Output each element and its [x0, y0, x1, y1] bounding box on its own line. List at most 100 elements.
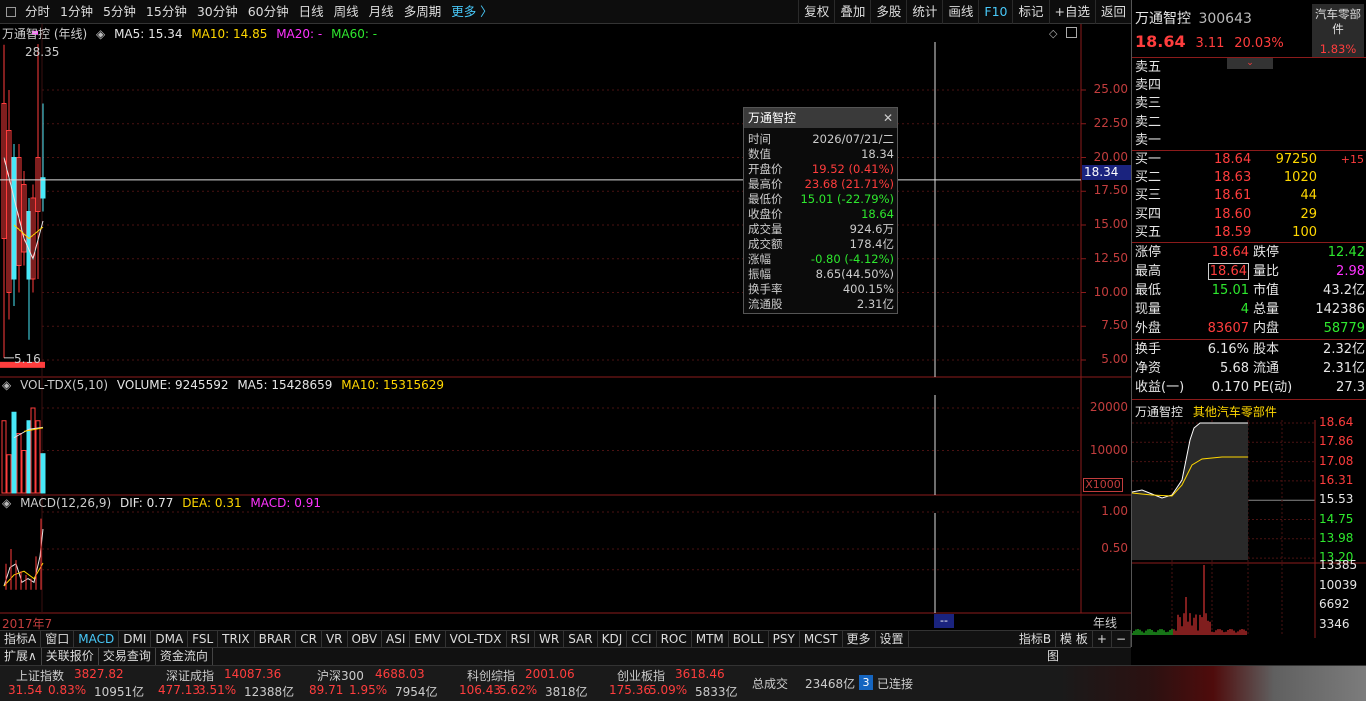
vol-chart-header: ◈ VOL-TDX(5,10) VOLUME: 9245592 MA5: 154…	[2, 378, 449, 392]
price-axis-label: 20.00	[1093, 149, 1128, 164]
collapse-icon[interactable]: ◈	[2, 496, 11, 510]
indicator-tab[interactable]: 设置	[876, 631, 909, 647]
extension-tab[interactable]: 扩展∧	[0, 648, 42, 665]
index-name[interactable]: 上证指数	[16, 667, 64, 684]
tooltip-row: 振幅 8.65(44.50%)	[744, 267, 897, 282]
ask-row[interactable]: 卖三	[1132, 95, 1366, 113]
index-name[interactable]: 深证成指	[166, 667, 214, 684]
tool-button[interactable]: F10	[978, 0, 1012, 24]
window-toggle-icon[interactable]	[1066, 27, 1077, 38]
index-pct: 3.51%	[198, 683, 237, 697]
period-tab[interactable]: 15分钟	[141, 0, 192, 24]
period-tab[interactable]: 多周期	[399, 0, 447, 24]
period-tab[interactable]: 月线	[364, 0, 399, 24]
tooltip-key: 振幅	[748, 267, 771, 281]
period-tab[interactable]: 周线	[329, 0, 364, 24]
indicator-option[interactable]: 模 板	[1056, 631, 1093, 647]
indicator-tab[interactable]: EMV	[410, 631, 446, 647]
volume-bar	[11, 411, 17, 494]
indicator-tab[interactable]: BRAR	[255, 631, 297, 647]
period-tab[interactable]: 日线	[294, 0, 329, 24]
extension-tab[interactable]: 关联报价	[42, 648, 99, 665]
indicator-tab[interactable]: TRIX	[218, 631, 255, 647]
tooltip-key: 成交量	[748, 222, 783, 236]
indicator-tab[interactable]: MTM	[692, 631, 729, 647]
stat-key: 最低	[1135, 283, 1162, 298]
period-tab[interactable]: 1分钟	[55, 0, 98, 24]
sector-badge[interactable]: 汽车零部件 1.83%	[1312, 4, 1364, 57]
period-tab[interactable]: 30分钟	[192, 0, 243, 24]
macd-dif-line	[3, 528, 44, 587]
period-tab[interactable]: 60分钟	[243, 0, 294, 24]
tool-button[interactable]: 复权	[798, 0, 834, 24]
total-turnover-value: 23468亿	[805, 677, 856, 691]
index-name[interactable]: 创业板指	[617, 667, 665, 684]
mini-chart-sector[interactable]: 其他汽车零部件	[1193, 405, 1277, 419]
close-icon[interactable]: ✕	[883, 108, 893, 128]
indicator-tab[interactable]: 指标A	[0, 631, 42, 647]
indicator-tab[interactable]: DMA	[151, 631, 189, 647]
bid-row[interactable]: 买二 18.63 1020	[1132, 169, 1366, 187]
tooltip-key: 时间	[748, 132, 771, 146]
bid-row[interactable]: 买四 18.60 29	[1132, 206, 1366, 224]
indicator-tab[interactable]: ROC	[657, 631, 692, 647]
indicator-tab[interactable]: KDJ	[598, 631, 628, 647]
kline-chart[interactable]	[0, 24, 1131, 630]
period-tab[interactable]: 分时	[20, 0, 55, 24]
collapse-icon[interactable]: ◈	[96, 27, 105, 41]
bid-price: 18.61	[1214, 188, 1252, 204]
indicator-tab[interactable]: MACD	[74, 631, 120, 647]
tool-button[interactable]: 标记	[1012, 0, 1048, 24]
tooltip-row: 数值 18.34	[744, 147, 897, 162]
tool-button[interactable]: 多股	[870, 0, 906, 24]
ask-row[interactable]: 卖一	[1132, 132, 1366, 150]
indicator-tab[interactable]: BOLL	[729, 631, 769, 647]
bid-row[interactable]: 买三 18.61 44	[1132, 187, 1366, 205]
indicator-tab[interactable]: CCI	[627, 631, 657, 647]
ask-row[interactable]: 卖二	[1132, 114, 1366, 132]
tool-button[interactable]: 返回	[1094, 0, 1131, 24]
indicator-tab[interactable]: 窗口	[41, 631, 75, 647]
ext-right-label[interactable]: 图	[1047, 648, 1059, 665]
indicator-tab[interactable]: MCST	[800, 631, 843, 647]
indicator-tab[interactable]: VOL-TDX	[446, 631, 507, 647]
connection-status[interactable]: 已连接	[877, 675, 913, 692]
menu-square-icon[interactable]	[6, 6, 16, 17]
indicator-option[interactable]: −	[1112, 631, 1131, 647]
indicator-tab[interactable]: OBV	[348, 631, 383, 647]
period-tab[interactable]: 更多 〉	[446, 0, 497, 24]
ma60-label: MA60: -	[331, 27, 378, 41]
diamond-icon[interactable]: ◇	[1049, 27, 1057, 40]
collapse-icon[interactable]: ◈	[2, 378, 11, 392]
index-value: 3618.46	[675, 667, 725, 681]
bid-row[interactable]: 买一 18.64 97250 +15	[1132, 151, 1366, 169]
tool-button[interactable]: +自选	[1048, 0, 1095, 24]
index-name[interactable]: 科创综指	[467, 667, 515, 684]
stat-key: 最高	[1135, 264, 1162, 279]
ask-row[interactable]: 卖五	[1132, 59, 1366, 77]
indicator-option[interactable]: 指标B	[1015, 631, 1057, 647]
index-amount: 10951亿	[94, 685, 145, 699]
period-tab[interactable]: 5分钟	[98, 0, 141, 24]
indicator-tab[interactable]: FSL	[188, 631, 219, 647]
ask-row[interactable]: 卖四	[1132, 77, 1366, 95]
tool-button[interactable]: 叠加	[834, 0, 870, 24]
index-pct: 5.62%	[499, 683, 538, 697]
index-name[interactable]: 沪深300	[317, 667, 364, 684]
indicator-tab[interactable]: 更多	[843, 631, 876, 647]
extension-tab[interactable]: 交易查询	[99, 648, 156, 665]
indicator-option[interactable]: +	[1093, 631, 1112, 647]
extension-tab[interactable]: 资金流向	[156, 648, 213, 665]
indicator-tab[interactable]: WR	[535, 631, 565, 647]
indicator-tab[interactable]: VR	[322, 631, 348, 647]
indicator-tab[interactable]: SAR	[564, 631, 598, 647]
indicator-tab[interactable]: RSI	[507, 631, 536, 647]
tool-button[interactable]: 画线	[942, 0, 978, 24]
indicator-tab[interactable]: DMI	[119, 631, 152, 647]
stat-value: 15.01	[1211, 283, 1249, 298]
indicator-tab[interactable]: ASI	[382, 631, 411, 647]
tool-button[interactable]: 统计	[906, 0, 942, 24]
bid-row[interactable]: 买五 18.59 100	[1132, 224, 1366, 242]
indicator-tab[interactable]: PSY	[769, 631, 800, 647]
indicator-tab[interactable]: CR	[296, 631, 322, 647]
